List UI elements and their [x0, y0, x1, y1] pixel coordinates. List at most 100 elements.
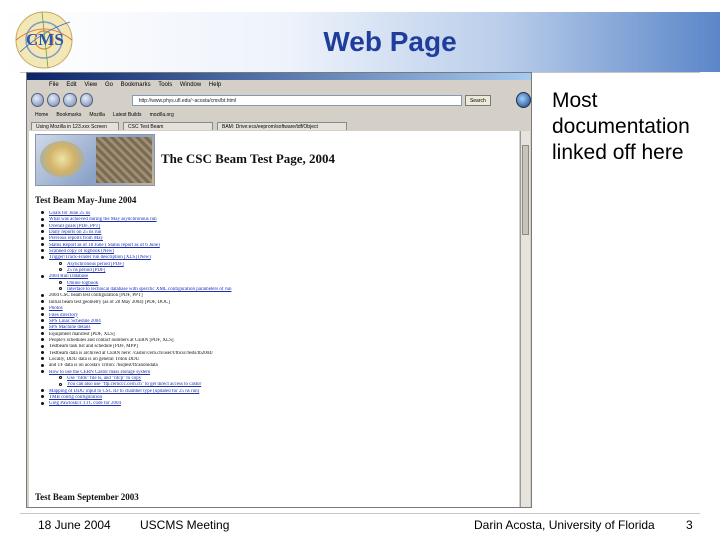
- link-list: Goals for June 25 ns What was achieved du…: [41, 211, 511, 408]
- browser-screenshot: File Edit View Go Bookmarks Tools Window…: [26, 72, 532, 508]
- browser-navbar: http://www.phys.ufl.edu/~acosta/cms/bt.h…: [27, 91, 531, 109]
- link-text: Locally, DDU data is on general Triton D…: [49, 356, 140, 362]
- link-text[interactable]: SPS Linac Schedule 2004: [49, 319, 101, 324]
- bookmarks-bar: Home Bookmarks Mozilla Latest Builds moz…: [27, 109, 531, 120]
- link-text[interactable]: How to use the CERN Castor mass storage …: [49, 370, 150, 375]
- link-text: Initial beam test geometry (as of 28 May…: [49, 299, 170, 305]
- bullet-icon: [59, 376, 62, 380]
- bullet-icon: [41, 369, 44, 373]
- footer-meeting: USCMS Meeting: [140, 518, 230, 532]
- bullet-icon: [41, 293, 44, 297]
- footer-divider: [20, 513, 700, 514]
- link-text[interactable]: Online logbook: [67, 281, 98, 286]
- link-text[interactable]: What was achieved during the May asynchr…: [49, 217, 157, 222]
- back-arrow-icon[interactable]: [31, 93, 45, 107]
- link-text[interactable]: 25 ns period [PDF]: [67, 268, 105, 273]
- tab-mozilla[interactable]: Using Mozilla in 123.xxx Screen: [31, 122, 119, 130]
- section-heading-2004: Test Beam May-June 2004: [35, 195, 137, 205]
- bullet-icon: [41, 249, 44, 253]
- stop-icon[interactable]: [79, 93, 93, 107]
- menu-bookmarks[interactable]: Bookmarks: [121, 82, 151, 88]
- footer-presenter: Darin Acosta, University of Florida: [474, 518, 655, 532]
- bookmark-mozilla[interactable]: Mozilla: [89, 112, 105, 118]
- cms-logo: CMS: [15, 11, 73, 69]
- tab-csc-test-beam[interactable]: CSC Test Beam: [123, 122, 213, 130]
- bullet-icon: [59, 382, 62, 386]
- bullet-icon: [41, 319, 44, 323]
- section-heading-2003: Test Beam September 2003: [35, 492, 139, 502]
- menu-edit[interactable]: Edit: [66, 82, 76, 88]
- bullet-icon: [41, 395, 44, 399]
- link-text[interactable]: Mapping of DDU input to CSC ID to chambe…: [49, 389, 199, 394]
- menu-window[interactable]: Window: [180, 82, 201, 88]
- menu-view[interactable]: View: [84, 82, 97, 88]
- bullet-icon: [41, 243, 44, 247]
- link-text[interactable]: Daily reports on 25 ns run: [49, 230, 101, 235]
- link-text[interactable]: Interface to technical database with spe…: [67, 287, 231, 292]
- link-text: and TF data is on acosta's Triton: /hsqt…: [49, 363, 158, 369]
- link-text[interactable]: Greg Pawloski's TTC code for 2004: [49, 401, 121, 406]
- globe-icon: [515, 92, 531, 108]
- footer-date: 18 June 2004: [38, 518, 111, 532]
- link-text[interactable]: Scanned copy of logbook (New): [49, 249, 114, 254]
- link-text[interactable]: You can also use "ftp.cernccc.cern.ch" t…: [67, 382, 201, 387]
- menu-file[interactable]: File: [49, 82, 59, 88]
- bullet-icon: [41, 344, 44, 348]
- link-text: Testbeam task list and schedule [PDF, MP…: [49, 344, 138, 350]
- bullet-icon: [41, 331, 44, 335]
- bullet-icon: [41, 357, 44, 361]
- bullet-icon: [59, 268, 62, 272]
- link-text[interactable]: Overall goals [PDF, PPT]: [49, 224, 100, 229]
- search-button[interactable]: Search: [464, 94, 491, 106]
- bullet-icon: [41, 312, 44, 316]
- url-input[interactable]: http://www.phys.ufl.edu/~acosta/cms/bt.h…: [131, 94, 462, 106]
- link-text[interactable]: Files directory: [49, 313, 78, 318]
- list-item[interactable]: Greg Pawloski's TTC code for 2004: [41, 401, 511, 407]
- bullet-icon: [41, 388, 44, 392]
- bullet-icon: [41, 363, 44, 367]
- bullet-icon: [41, 230, 44, 234]
- bullet-icon: [41, 274, 44, 278]
- link-text: People's schedules and contact numbers a…: [49, 337, 174, 343]
- bookmark-latest-builds[interactable]: Latest Builds: [113, 112, 142, 118]
- reload-icon[interactable]: [63, 93, 77, 107]
- scroll-thumb[interactable]: [522, 145, 529, 235]
- bullet-icon: [41, 338, 44, 342]
- bullet-icon: [41, 350, 44, 354]
- bullet-icon: [41, 300, 44, 304]
- bullet-icon: [41, 211, 44, 215]
- page-heading: The CSC Beam Test Page, 2004: [161, 151, 336, 166]
- bullet-icon: [41, 306, 44, 310]
- browser-titlebar: [27, 73, 531, 80]
- bullet-icon: [41, 401, 44, 405]
- link-text[interactable]: SPS Machine details: [49, 325, 90, 330]
- link-text[interactable]: Previous reports from May: [49, 236, 103, 241]
- bullet-icon: [41, 236, 44, 240]
- link-text[interactable]: TMB config configuration: [49, 395, 102, 400]
- link-text[interactable]: Trigger/Track-Finder run description [XL…: [49, 255, 151, 260]
- link-text[interactable]: 2004 Run Database: [49, 274, 88, 279]
- scrollbar[interactable]: [520, 131, 530, 507]
- page-banner-image: [35, 134, 155, 186]
- link-text[interactable]: Goals for June 25 ns: [49, 211, 90, 216]
- menu-go[interactable]: Go: [105, 82, 113, 88]
- bookmark-mozilla-org[interactable]: mozilla.org: [150, 112, 174, 118]
- tab-bam-drive[interactable]: BAM: Drive:ecs/eeprom/software/tdf/Objec…: [217, 122, 347, 130]
- forward-arrow-icon[interactable]: [47, 93, 61, 107]
- link-text[interactable]: Asynchronous period [PDF]: [67, 262, 124, 267]
- link-text[interactable]: Photos: [49, 306, 63, 311]
- menu-help[interactable]: Help: [209, 82, 221, 88]
- bullet-icon: [59, 262, 62, 266]
- detector-photo: [96, 137, 152, 183]
- bullet-icon: [41, 224, 44, 228]
- bullet-icon: [41, 255, 44, 259]
- link-text[interactable]: Use "nfds" file ls, and "nfcp" to copy: [67, 376, 141, 381]
- footer-page-number: 3: [686, 518, 693, 532]
- bullet-icon: [41, 217, 44, 221]
- bookmark-bookmarks[interactable]: Bookmarks: [56, 112, 81, 118]
- bookmark-home[interactable]: Home: [35, 112, 48, 118]
- link-text: Testbeam data is archived at CERN here: …: [49, 350, 214, 356]
- page-content: The CSC Beam Test Page, 2004 Test Beam M…: [29, 131, 519, 507]
- link-text[interactable]: Status Report as of 18 June ( Status rep…: [49, 243, 160, 248]
- menu-tools[interactable]: Tools: [158, 82, 172, 88]
